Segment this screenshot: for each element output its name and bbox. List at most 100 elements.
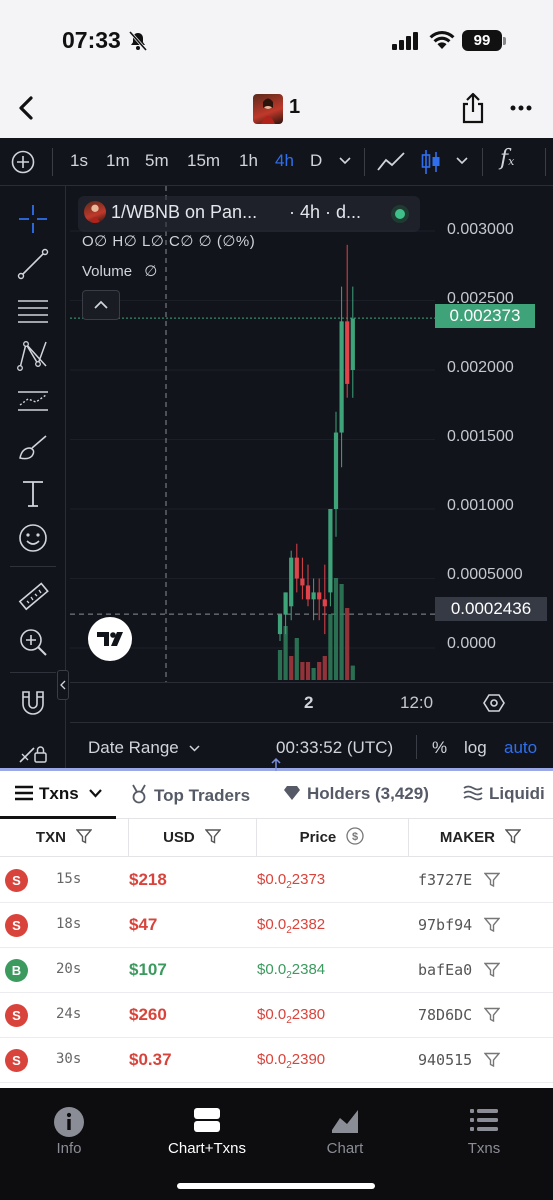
pattern-tool-icon[interactable] bbox=[16, 338, 50, 372]
date-range-button[interactable]: Date Range bbox=[88, 738, 179, 758]
filter-icon[interactable] bbox=[204, 829, 222, 844]
symbol-legend[interactable]: 1/WBNB on Pan... · 4h · d... bbox=[78, 196, 420, 232]
lock-drawings-tool-icon[interactable] bbox=[16, 732, 50, 766]
chart-type-dropdown-icon[interactable] bbox=[456, 157, 468, 165]
txn-maker[interactable]: 78D6DC bbox=[418, 1006, 472, 1024]
txn-type-badge: S bbox=[5, 1004, 28, 1027]
crosshair-price-tag: 0.0002436 bbox=[435, 597, 547, 621]
text-tool-icon[interactable] bbox=[16, 476, 50, 510]
tab-txns[interactable]: Txns bbox=[14, 784, 103, 804]
candle-body bbox=[289, 557, 294, 607]
ruler-tool-icon[interactable] bbox=[16, 580, 50, 614]
tab-holders[interactable]: Holders (3,429) bbox=[283, 784, 429, 804]
more-options-icon[interactable] bbox=[510, 104, 532, 112]
price-tick: 0.0000 bbox=[447, 635, 496, 652]
interval-4h[interactable]: 4h bbox=[275, 151, 294, 171]
add-indicator-icon[interactable] bbox=[11, 150, 35, 174]
log-scale-toggle[interactable]: log bbox=[464, 738, 487, 758]
back-chevron-icon[interactable] bbox=[14, 94, 38, 122]
forecast-tool-icon[interactable] bbox=[16, 384, 50, 418]
emoji-tool-icon[interactable] bbox=[16, 521, 50, 555]
table-row[interactable]: S 15s $218 $0.022373 f3727E bbox=[0, 858, 553, 903]
chart-settings-icon[interactable] bbox=[482, 691, 506, 715]
interval-15m[interactable]: 15m bbox=[187, 151, 220, 171]
share-icon[interactable] bbox=[460, 92, 486, 124]
bottom-tab-chart-txns[interactable] bbox=[147, 1106, 267, 1139]
bottom-tab-txns[interactable] bbox=[424, 1106, 544, 1139]
magnet-tool-icon[interactable] bbox=[16, 686, 50, 720]
area-chart-icon bbox=[332, 1110, 358, 1133]
volume-bar bbox=[277, 650, 283, 680]
column-header-price[interactable]: Price $ bbox=[256, 819, 408, 857]
txn-price: $0.022380 bbox=[257, 1006, 326, 1026]
tab-top-traders[interactable]: Top Traders bbox=[130, 784, 250, 806]
percent-scale-toggle[interactable]: % bbox=[432, 738, 447, 758]
txn-age: 30s bbox=[56, 1051, 82, 1067]
tradingview-logo[interactable] bbox=[88, 617, 132, 661]
table-row[interactable]: S 24s $260 $0.022380 78D6DC bbox=[0, 993, 553, 1038]
filter-maker-icon[interactable] bbox=[484, 872, 500, 888]
fib-retracement-tool-icon[interactable] bbox=[16, 293, 50, 327]
price-tick: 0.0005000 bbox=[447, 566, 523, 583]
txn-usd: $0.37 bbox=[129, 1050, 172, 1069]
brush-tool-icon[interactable] bbox=[16, 430, 50, 464]
interval-1m[interactable]: 1m bbox=[106, 151, 130, 171]
interval-5m[interactable]: 5m bbox=[145, 151, 169, 171]
price-tick: 0.001500 bbox=[447, 428, 514, 445]
txn-maker[interactable]: f3727E bbox=[418, 871, 472, 889]
wifi-icon bbox=[429, 30, 455, 49]
zoom-in-tool-icon[interactable] bbox=[16, 625, 50, 659]
filter-maker-icon[interactable] bbox=[484, 1052, 500, 1068]
collapse-legend-button[interactable] bbox=[82, 290, 120, 320]
interval-1s[interactable]: 1s bbox=[70, 151, 88, 171]
interval-dropdown-icon[interactable] bbox=[339, 157, 351, 165]
chart-toolbar: 1s 1m 5m 15m 1h 4h D fx bbox=[0, 138, 553, 186]
filter-maker-icon[interactable] bbox=[484, 917, 500, 933]
bottom-tab-chart[interactable] bbox=[285, 1106, 405, 1139]
time-axis[interactable]: 2 12:0 bbox=[70, 682, 553, 722]
table-row[interactable]: B 20s $107 $0.022384 bafEa0 bbox=[0, 948, 553, 993]
muted-bell-icon bbox=[128, 31, 148, 51]
interval-d[interactable]: D bbox=[310, 151, 322, 171]
txn-maker[interactable]: 97bf94 bbox=[418, 916, 472, 934]
volume-bar bbox=[294, 638, 299, 680]
svg-text:$: $ bbox=[352, 831, 358, 843]
txn-maker[interactable]: bafEa0 bbox=[418, 961, 472, 979]
indicators-fx-icon[interactable]: fx bbox=[500, 146, 514, 171]
auto-scale-toggle[interactable]: auto bbox=[504, 738, 537, 758]
candlestick-chart-type-icon[interactable] bbox=[420, 148, 442, 176]
collapse-toolbar-handle[interactable] bbox=[57, 670, 69, 700]
column-header-maker[interactable]: MAKER bbox=[408, 819, 553, 857]
chart-panel: 1s 1m 5m 15m 1h 4h D fx 1/WBNB on Pan...… bbox=[0, 138, 553, 770]
symbol-name: 1/WBNB on Pan... bbox=[111, 202, 258, 222]
column-header-txn[interactable]: TXN bbox=[0, 819, 128, 857]
bottom-tab-info[interactable] bbox=[9, 1106, 129, 1143]
txn-maker[interactable]: 940515 bbox=[418, 1051, 472, 1069]
filter-maker-icon[interactable] bbox=[484, 962, 500, 978]
chart-plot-area[interactable]: 1/WBNB on Pan... · 4h · d... O∅ H∅ L∅ C∅… bbox=[70, 186, 435, 682]
price-axis[interactable]: 0.003000 0.002500 0.002000 0.001500 0.00… bbox=[435, 186, 553, 682]
time-tick: 2 bbox=[304, 693, 314, 712]
filter-icon[interactable] bbox=[504, 829, 522, 844]
line-chart-type-icon[interactable] bbox=[376, 150, 406, 174]
tab-liquidity[interactable]: Liquidi bbox=[463, 784, 545, 804]
interval-1h[interactable]: 1h bbox=[239, 151, 258, 171]
candle-body bbox=[277, 614, 283, 635]
bottom-tab-info-label: Info bbox=[56, 1140, 82, 1157]
filter-icon[interactable] bbox=[75, 829, 93, 844]
candle-body bbox=[322, 599, 327, 607]
txn-usd: $260 bbox=[129, 1005, 167, 1024]
table-row[interactable]: S 30s $0.37 $0.022390 940515 bbox=[0, 1038, 553, 1083]
bottom-tab-chart-label: Chart bbox=[326, 1140, 364, 1157]
table-row[interactable]: S 18s $47 $0.022382 97bf94 bbox=[0, 903, 553, 948]
currency-toggle-icon[interactable]: $ bbox=[346, 827, 365, 845]
crosshair-tool-icon[interactable] bbox=[16, 202, 50, 236]
market-status-indicator bbox=[391, 205, 409, 223]
trend-line-tool-icon[interactable] bbox=[16, 247, 50, 281]
symbol-interval: · 4h · d... bbox=[289, 202, 362, 222]
volume-bar bbox=[305, 662, 311, 680]
txn-price: $0.022384 bbox=[257, 961, 326, 981]
column-header-usd[interactable]: USD bbox=[128, 819, 256, 857]
filter-maker-icon[interactable] bbox=[484, 1007, 500, 1023]
utc-clock[interactable]: 00:33:52 (UTC) bbox=[276, 738, 393, 758]
